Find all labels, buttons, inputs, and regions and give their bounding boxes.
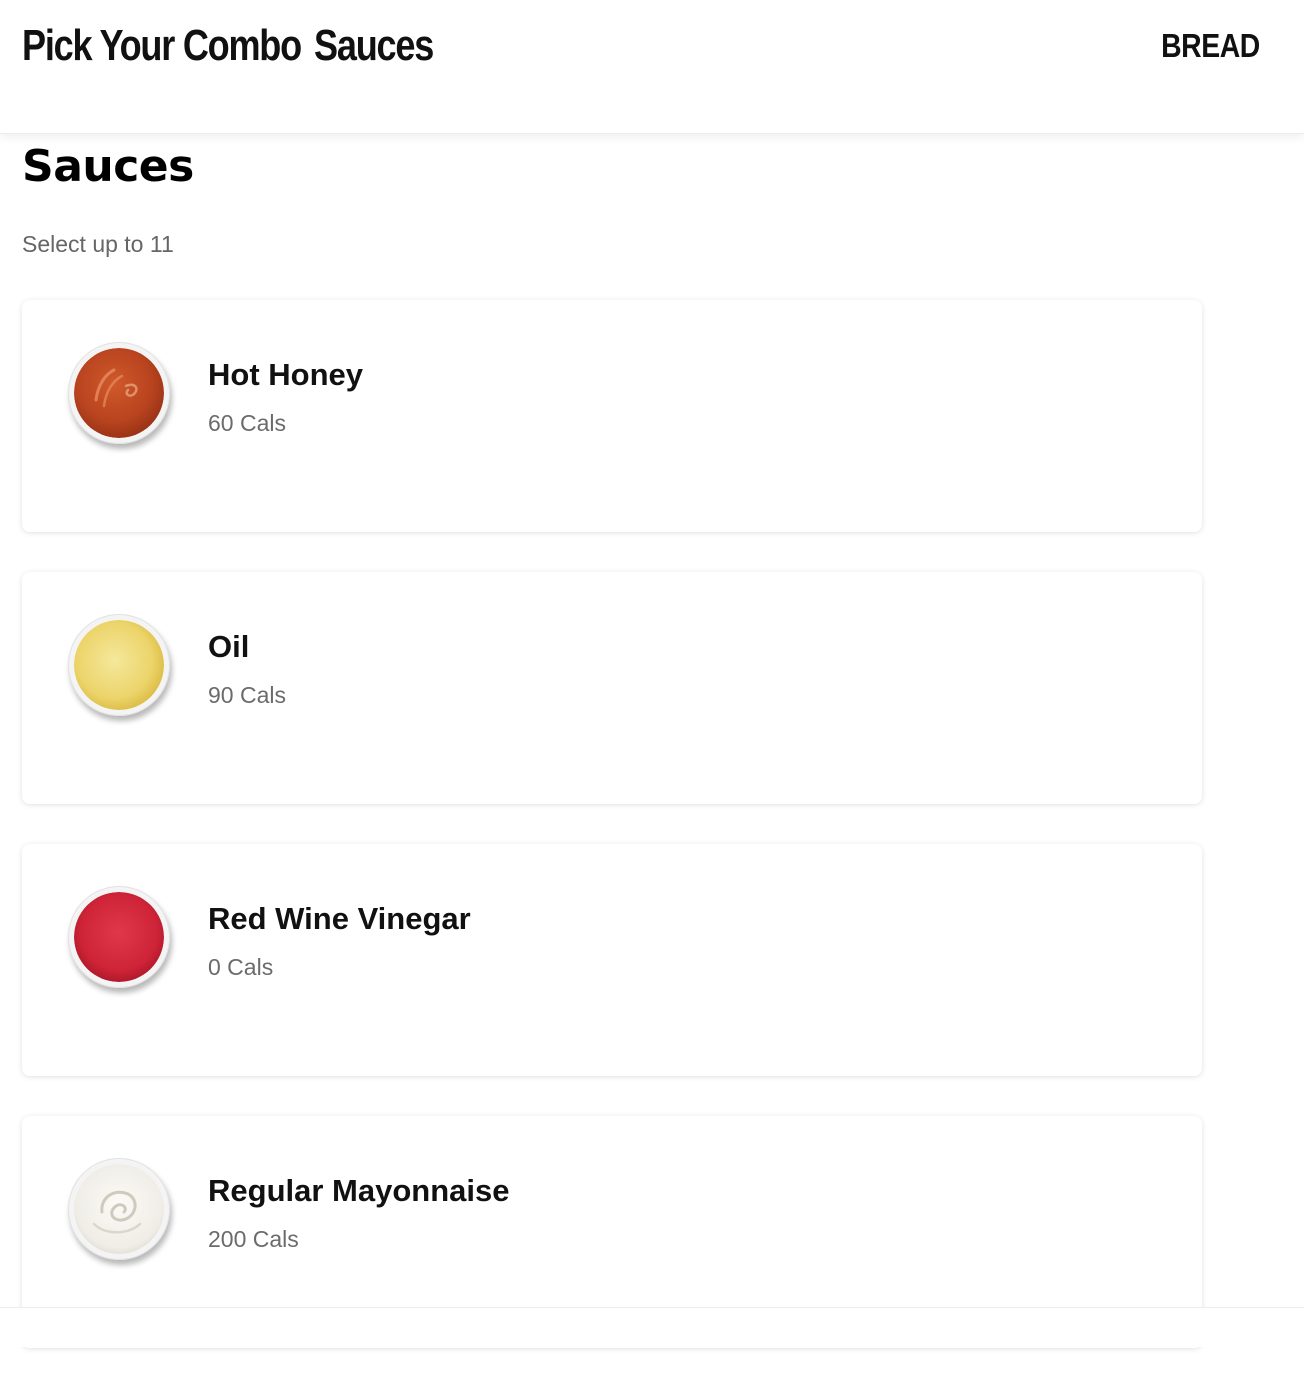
- section-title: Sauces: [22, 141, 194, 192]
- red-wine-vinegar-sauce-icon: [68, 886, 170, 988]
- sauce-card-oil[interactable]: Oil 90 Cals: [22, 572, 1202, 804]
- sauce-name: Oil: [208, 629, 250, 664]
- sauce-card-hot-honey[interactable]: Hot Honey 60 Cals: [22, 300, 1202, 532]
- sauce-calories: 200 Cals: [208, 1226, 299, 1252]
- bottom-bar: [0, 1307, 1304, 1347]
- sauce-card-red-wine-vinegar[interactable]: Red Wine Vinegar 0 Cals: [22, 844, 1202, 1076]
- top-header: Pick Your Combo Sauces BREAD: [0, 0, 1304, 134]
- sauce-name: Hot Honey: [208, 357, 363, 392]
- header-title-sauces: Sauces: [314, 21, 434, 70]
- header-title: Pick Your Combo Sauces: [22, 18, 434, 74]
- red-wine-vinegar-sauce-graphic: [74, 892, 164, 982]
- sauce-calories: 60 Cals: [208, 410, 286, 436]
- oil-sauce-graphic: [74, 620, 164, 710]
- bread-nav-link[interactable]: BREAD: [1161, 24, 1260, 68]
- header-title-combo: Pick Your Combo: [22, 21, 302, 70]
- sauce-name: Regular Mayonnaise: [208, 1173, 510, 1208]
- hot-honey-sauce-graphic: [74, 348, 164, 438]
- sauce-calories: 90 Cals: [208, 682, 286, 708]
- oil-sauce-icon: [68, 614, 170, 716]
- mayonnaise-sauce-graphic: [74, 1164, 164, 1254]
- sauce-list: Hot Honey 60 Cals Oil 90 Cals Red Wine V…: [22, 300, 1202, 1388]
- sauce-name: Red Wine Vinegar: [208, 901, 471, 936]
- sauce-calories: 0 Cals: [208, 954, 274, 980]
- mayonnaise-sauce-icon: [68, 1158, 170, 1260]
- selection-limit-text: Select up to 11: [22, 231, 174, 257]
- hot-honey-sauce-icon: [68, 342, 170, 444]
